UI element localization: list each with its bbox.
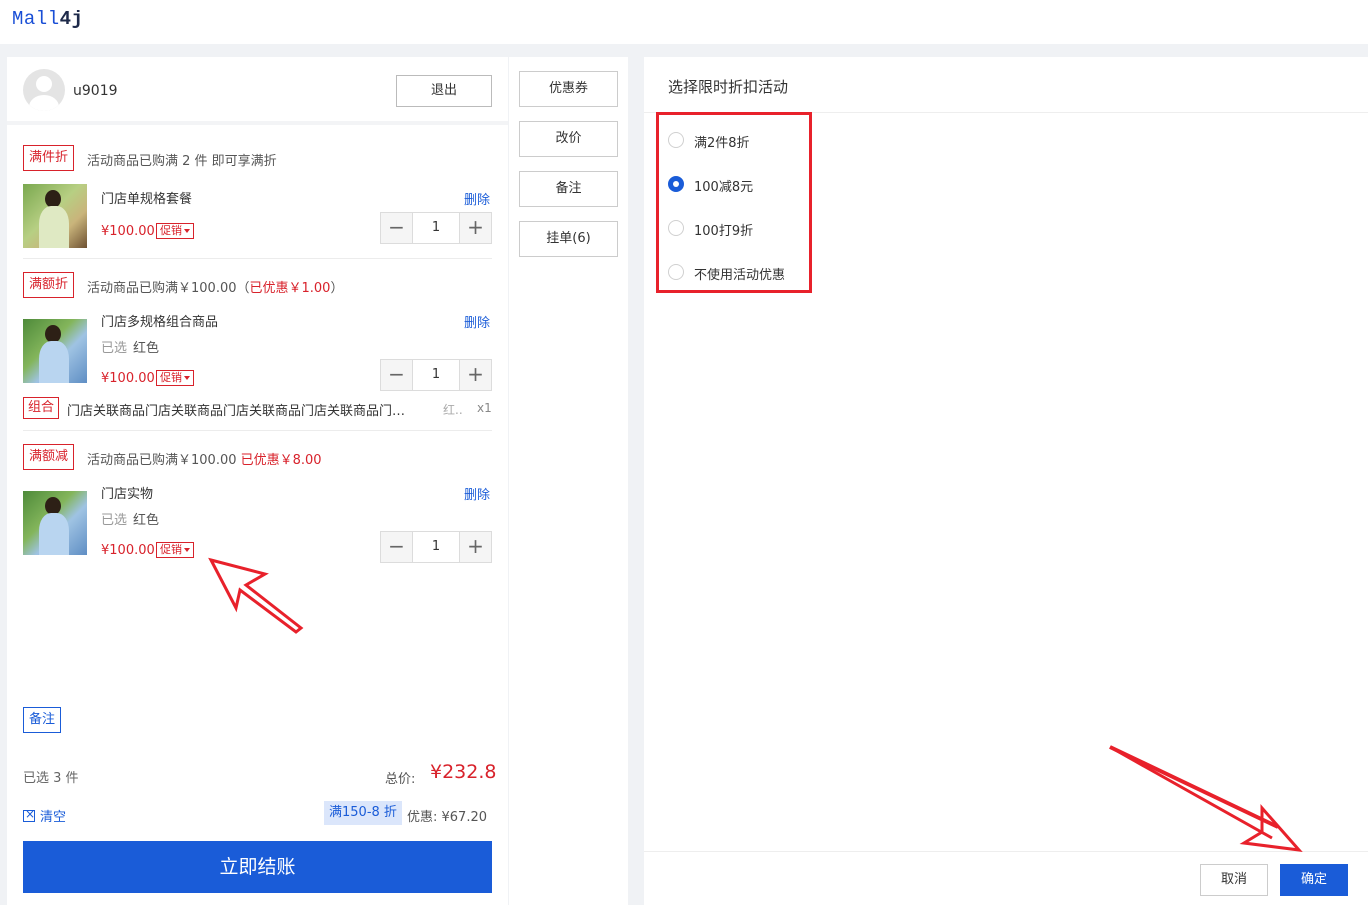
logout-button[interactable]: 退出: [396, 75, 492, 107]
promo-desc: 活动商品已购满 2 件 即可享满折: [87, 154, 277, 169]
logo-suffix: 4j: [59, 8, 84, 30]
product-thumbnail[interactable]: [23, 491, 87, 555]
caret-down-icon: [184, 376, 190, 380]
logo-prefix: Mall: [12, 8, 60, 30]
cart-panel: u9019 退出 满件折 活动商品已购满 2 件 即可享满折 门店单规格套餐 删…: [7, 57, 508, 905]
promo-tag: 满额折: [23, 272, 75, 298]
spec-label: 已选: [101, 341, 128, 356]
quantity-value[interactable]: 1: [413, 360, 459, 390]
promo-desc-text: 活动商品已购满￥100.00: [87, 453, 241, 468]
clear-cart-button[interactable]: 清空: [23, 806, 66, 825]
app-logo[interactable]: Mall4j: [12, 8, 83, 30]
spec-label: 已选: [101, 513, 128, 528]
quantity-stepper: − 1 +: [380, 359, 492, 391]
combo-item-name: 门店关联商品门店关联商品门店关联商品门店关联商品门…: [67, 404, 406, 419]
combo-item-spec: 红..: [443, 403, 463, 417]
quantity-stepper: − 1 +: [380, 212, 492, 244]
combo-item-qty: x1: [477, 401, 492, 415]
caret-down-icon: [184, 548, 190, 552]
product-name: 门店单规格套餐: [101, 192, 193, 207]
top-bar: Mall4j: [0, 0, 1368, 44]
spec-value: 红色: [133, 513, 160, 528]
plus-button[interactable]: +: [459, 532, 491, 562]
promo-tag: 满额减: [23, 444, 75, 470]
confirm-button[interactable]: 确定: [1280, 864, 1348, 896]
promo-tag: 满件折: [23, 145, 75, 171]
minus-button[interactable]: −: [381, 213, 413, 243]
product-thumbnail[interactable]: [23, 319, 87, 383]
total-value: ¥232.8: [430, 761, 497, 783]
delete-button[interactable]: 删除: [464, 484, 490, 503]
promo-desc: 活动商品已购满￥100.00 已优惠￥8.00: [87, 449, 322, 468]
product-thumbnail[interactable]: [23, 184, 87, 248]
promo-desc-suffix: ）: [330, 281, 344, 296]
promo-dropdown[interactable]: 促销: [156, 223, 194, 239]
plus-button[interactable]: +: [459, 360, 491, 390]
promo-saving: 已优惠￥8.00: [240, 453, 322, 468]
user-row: u9019 退出: [7, 57, 508, 125]
promo-dropdown[interactable]: 促销: [156, 370, 194, 386]
avatar: [23, 69, 65, 111]
divider: [23, 258, 492, 259]
dialog-title: 选择限时折扣活动: [668, 78, 789, 96]
caret-down-icon: [184, 229, 190, 233]
spec-value: 红色: [133, 341, 160, 356]
product-price: ¥100.00: [101, 224, 155, 239]
clear-label: 清空: [40, 810, 67, 825]
coupon-button[interactable]: 优惠券: [519, 71, 618, 107]
product-name: 门店多规格组合商品: [101, 315, 219, 330]
combo-tag: 组合: [23, 397, 60, 419]
quantity-stepper: − 1 +: [380, 531, 492, 563]
product-name: 门店实物: [101, 487, 154, 502]
divider: [644, 851, 1368, 852]
quantity-value[interactable]: 1: [413, 213, 459, 243]
username: u9019: [73, 83, 118, 99]
promo-saving: 已优惠￥1.00: [249, 281, 331, 296]
promo-dropdown-label: 促销: [160, 543, 182, 556]
discount-badge[interactable]: 满150-8 折: [324, 801, 402, 825]
promo-dropdown[interactable]: 促销: [156, 542, 194, 558]
cancel-button[interactable]: 取消: [1200, 864, 1268, 896]
promo-desc: 活动商品已购满￥100.00（已优惠￥1.00）: [87, 277, 343, 296]
checkout-button[interactable]: 立即结账: [23, 841, 492, 893]
hold-order-button[interactable]: 挂单(6): [519, 221, 618, 257]
total-label: 总价:: [385, 772, 416, 787]
delete-button[interactable]: 删除: [464, 189, 490, 208]
product-price: ¥100.00: [101, 371, 155, 386]
product-spec: 已选 红色: [101, 337, 159, 356]
divider: [23, 430, 492, 431]
side-actions: 优惠券 改价 备注 挂单(6): [509, 57, 628, 905]
quantity-value[interactable]: 1: [413, 532, 459, 562]
product-spec: 已选 红色: [101, 509, 159, 528]
promo-desc-text: 活动商品已购满￥100.00（: [87, 281, 250, 296]
selected-count: 已选 3 件: [23, 771, 79, 786]
promo-dropdown-label: 促销: [160, 371, 182, 384]
note-button[interactable]: 备注: [23, 707, 62, 733]
promo-dropdown-label: 促销: [160, 224, 182, 237]
plus-button[interactable]: +: [459, 213, 491, 243]
saving-amount: 优惠: ¥67.20: [407, 810, 487, 825]
delete-button[interactable]: 删除: [464, 312, 490, 331]
discount-dialog: 选择限时折扣活动 满2件8折 100减8元 100打9折 不使用活动优惠 取消 …: [644, 57, 1368, 905]
minus-button[interactable]: −: [381, 532, 413, 562]
annotation-highlight-box: [656, 112, 812, 293]
remark-button[interactable]: 备注: [519, 171, 618, 207]
change-price-button[interactable]: 改价: [519, 121, 618, 157]
clear-icon: [23, 807, 35, 822]
minus-button[interactable]: −: [381, 360, 413, 390]
product-price: ¥100.00: [101, 543, 155, 558]
